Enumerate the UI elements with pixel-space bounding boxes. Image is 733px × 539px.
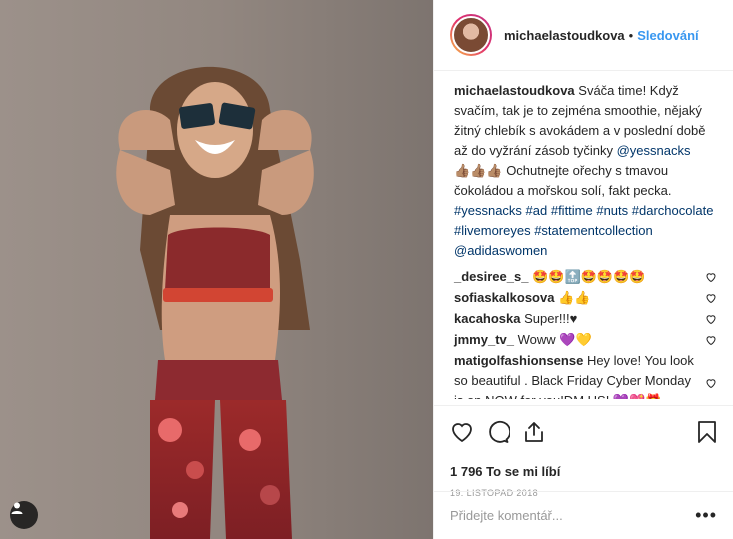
comment-item: _desiree_s_ 🤩🤩🔝🤩🤩🤩🤩 — [454, 267, 717, 287]
avatar[interactable] — [450, 14, 492, 56]
user-tag-icon — [11, 502, 23, 514]
comment-username[interactable]: _desiree_s_ — [454, 269, 528, 284]
likes-count[interactable]: 1 796 To se mi líbí — [450, 464, 717, 479]
comment-item: matigolfashionsense Hey love! You look s… — [454, 351, 717, 405]
header-username[interactable]: michaelastoudkova — [504, 28, 625, 43]
action-icons — [450, 420, 717, 446]
comment-username[interactable]: kacahoska — [454, 311, 521, 326]
likes-number: 1 796 — [450, 464, 483, 479]
caption-mention-1[interactable]: @yessnacks — [617, 143, 691, 158]
comment-text: 🤩🤩🔝🤩🤩🤩🤩 — [532, 269, 646, 284]
comment-icon[interactable] — [486, 420, 510, 444]
bookmark-icon[interactable] — [697, 420, 717, 444]
likes-label: To se mi líbí — [486, 464, 561, 479]
comment-like-icon[interactable] — [705, 271, 717, 283]
heart-icon[interactable] — [450, 420, 474, 444]
post-photo[interactable] — [0, 0, 433, 539]
more-options-button[interactable]: ••• — [695, 505, 717, 526]
comment-text: 👍👍 — [558, 290, 591, 305]
comment-item: sofiaskalkosova 👍👍 — [454, 288, 717, 308]
comment-like-icon[interactable] — [705, 334, 717, 346]
comment-input[interactable] — [450, 508, 650, 523]
caption-mention-2[interactable]: @adidaswomen — [454, 243, 547, 258]
caption: michaelastoudkova Sváča time! Když svačí… — [454, 81, 717, 261]
comment-like-icon[interactable] — [705, 313, 717, 325]
follow-button[interactable]: Sledování — [637, 28, 698, 43]
post-side-panel: michaelastoudkova • Sledování michaelast… — [433, 0, 733, 539]
comment-username[interactable]: jmmy_tv_ — [454, 332, 514, 347]
post-header: michaelastoudkova • Sledování — [434, 0, 733, 71]
comments-list[interactable]: michaelastoudkova Sváča time! Když svačí… — [434, 71, 733, 405]
comment-item: kacahoska Super!!!♥ — [454, 309, 717, 329]
caption-emoji: 👍🏽👍🏽👍🏽 — [454, 163, 503, 178]
comment-like-icon[interactable] — [705, 292, 717, 304]
comment-like-icon[interactable] — [705, 377, 717, 389]
comment-item: jmmy_tv_ Woww 💜💛 — [454, 330, 717, 350]
instagram-post: michaelastoudkova • Sledování michaelast… — [0, 0, 733, 539]
comment-text: Woww 💜💛 — [517, 332, 592, 347]
photo-illustration — [0, 0, 433, 539]
add-comment-bar: ••• — [434, 491, 733, 539]
post-actions: 1 796 To se mi líbí 19. LISTOPAD 2018 — [434, 405, 733, 498]
separator-dot: • — [628, 27, 634, 43]
caption-username[interactable]: michaelastoudkova — [454, 83, 575, 98]
caption-hashtags[interactable]: #yessnacks #ad #fittime #nuts #darchocol… — [454, 203, 713, 238]
comment-username[interactable]: matigolfashionsense — [454, 353, 583, 368]
comment-text: Super!!!♥ — [524, 311, 578, 326]
comment-username[interactable]: sofiaskalkosova — [454, 290, 554, 305]
share-icon[interactable] — [522, 420, 546, 444]
user-tag-button[interactable] — [10, 501, 38, 529]
